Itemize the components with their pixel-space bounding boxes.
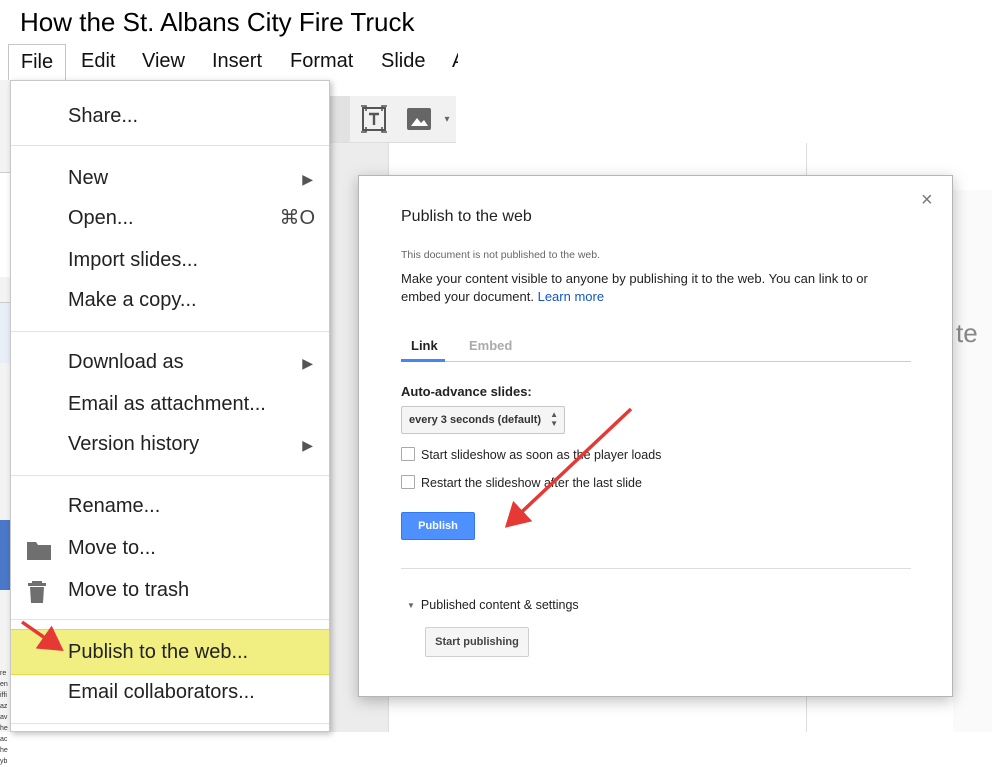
menu-move-to[interactable]: Move to... [11,528,329,568]
close-icon[interactable]: × [921,190,933,210]
learn-more-link[interactable]: Learn more [538,289,604,304]
description-text: Make your content visible to anyone by p… [401,271,868,304]
menu-label: Download as [68,351,184,373]
menu-label: Rename... [68,495,161,517]
menu-view[interactable]: View [142,44,185,80]
menu-version-history[interactable]: Version history ▶ [11,424,329,464]
start-slideshow-option[interactable]: Start slideshow as soon as the player lo… [401,447,661,462]
submenu-arrow-icon: ▶ [302,171,313,187]
tab-link[interactable]: Link [411,338,438,353]
menu-download-as[interactable]: Download as ▶ [11,342,329,382]
menu-separator [11,619,329,620]
auto-advance-label: Auto-advance slides: [401,384,532,399]
menu-make-copy[interactable]: Make a copy... [11,280,329,320]
menu-share[interactable]: Share... [11,96,329,136]
slide-text-fragment: te [956,318,978,348]
dialog-divider [401,568,911,569]
submenu-arrow-icon: ▶ [302,437,313,453]
slide-thumb[interactable] [0,172,10,277]
menu-insert[interactable]: Insert [212,44,262,80]
document-title[interactable]: How the St. Albans City Fire Truck [20,6,458,38]
tab-embed[interactable]: Embed [469,338,512,353]
restart-slideshow-option[interactable]: Restart the slideshow after the last sli… [401,475,642,490]
menu-new[interactable]: New ▶ [11,158,329,198]
slide-thumb[interactable] [0,520,10,590]
start-slideshow-label: Start slideshow as soon as the player lo… [421,448,662,462]
publish-status: This document is not published to the we… [401,249,601,261]
folder-icon [26,536,51,560]
menu-separator [11,723,329,724]
toolbar-selection [330,96,350,142]
menu-email-collaborators[interactable]: Email collaborators... [11,672,329,712]
publish-dialog: Publish to the web × This document is no… [358,175,953,697]
menu-label: Version history [68,433,200,455]
active-tab-indicator [401,359,445,362]
menu-separator [11,475,329,476]
menu-label: New [68,167,109,189]
menu-separator [11,331,329,332]
menu-shortcut: ⌘O [279,207,315,229]
slide-thumb[interactable] [0,302,10,363]
menu-rename[interactable]: Rename... [11,486,329,526]
published-settings-label: Published content & settings [420,598,579,612]
menu-overflow[interactable]: A [452,44,458,80]
publish-button[interactable]: Publish [401,512,475,540]
caret-down-icon: ▼ [407,601,415,610]
menu-label: Import slides... [68,249,199,271]
submenu-arrow-icon: ▶ [302,355,313,371]
tabs-divider [401,361,911,362]
published-settings-toggle[interactable]: ▼ Published content & settings [407,598,579,612]
image-icon[interactable] [403,96,435,142]
menu-format[interactable]: Format [290,44,353,80]
dialog-title: Publish to the web [401,208,532,225]
menu-move-to-trash[interactable]: Move to trash [11,570,329,610]
menu-edit[interactable]: Edit [81,44,115,80]
menu-label: Share... [68,105,139,127]
start-slideshow-checkbox[interactable] [401,447,415,461]
auto-advance-select[interactable]: every 3 seconds (default) ▲ ▼ [401,406,565,434]
menu-separator [11,145,329,146]
menubar: File Edit View Insert Format Slide A [8,44,458,80]
menu-label: Move to... [68,537,156,559]
menu-label: Email collaborators... [68,681,255,703]
restart-slideshow-label: Restart the slideshow after the last sli… [421,476,642,490]
restart-slideshow-checkbox[interactable] [401,475,415,489]
menu-label: Make a copy... [68,289,197,311]
start-publishing-button[interactable]: Start publishing [425,627,529,657]
menu-import-slides[interactable]: Import slides... [11,240,329,280]
menu-label: Publish to the web... [68,641,249,663]
menu-label: Move to trash [68,579,190,601]
select-arrows-icon: ▲ ▼ [550,410,558,428]
file-menu: Share... New ▶ Open... ⌘O Import slides.… [10,80,330,732]
menu-slide[interactable]: Slide [381,44,425,80]
publish-description: Make your content visible to anyone by p… [401,270,901,306]
menu-label: Open... [68,207,134,229]
menu-label: Email as attachment... [68,393,266,415]
menu-publish-to-web[interactable]: Publish to the web... [11,632,329,672]
slide-thumb-text: re en iffi az av he ac he yb [0,670,8,765]
menu-file[interactable]: File [8,44,66,80]
auto-advance-value: every 3 seconds (default) [409,414,542,426]
menu-email-attachment[interactable]: Email as attachment... [11,384,329,424]
trash-icon [26,578,50,603]
menu-open[interactable]: Open... ⌘O [11,198,329,238]
textbox-icon[interactable] [357,96,391,142]
slide-filmstrip[interactable]: re en iffi az av he ac he yb [0,80,10,765]
image-dropdown-icon[interactable]: ▾ [440,96,454,142]
side-panel [953,190,992,732]
